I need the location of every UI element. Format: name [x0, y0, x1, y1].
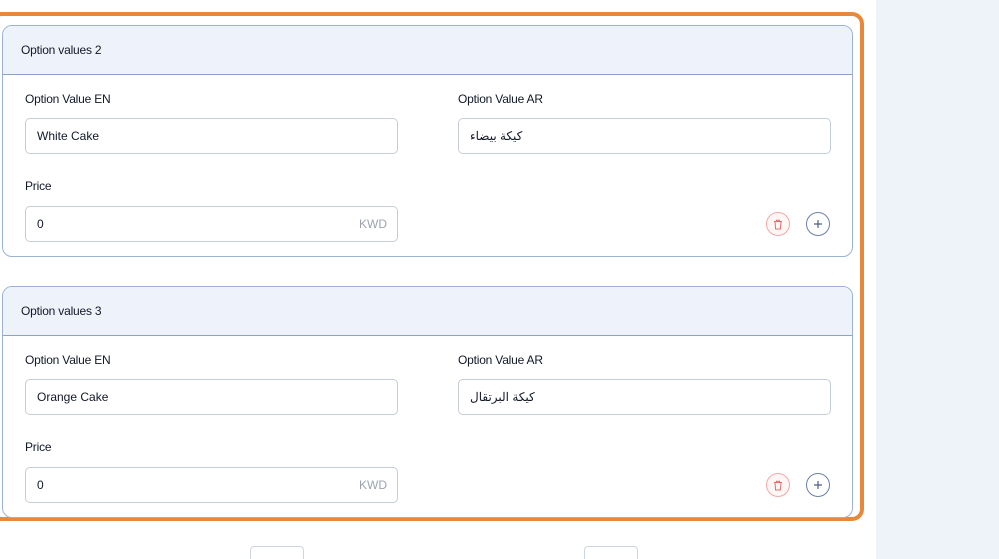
option-value-ar-input[interactable]: كيكة البرتقال	[458, 379, 831, 415]
trash-icon	[774, 480, 782, 490]
currency-unit: KWD	[359, 478, 387, 492]
cut-off-form-row	[0, 540, 876, 559]
add-option-button[interactable]	[806, 212, 830, 236]
option-value-en-label: Option Value EN	[25, 353, 111, 367]
card-title: Option values 3	[3, 287, 852, 336]
card-title: Option values 2	[3, 26, 852, 75]
option-value-ar-value: كيكة بيضاء	[470, 129, 523, 143]
plus-icon	[814, 481, 822, 489]
price-value: 0	[37, 217, 44, 231]
price-input[interactable]: 0 KWD	[25, 467, 398, 503]
option-values-card: Option values 3 Option Value EN Orange C…	[2, 286, 853, 518]
cut-off-input[interactable]	[250, 546, 304, 559]
price-label: Price	[25, 440, 52, 454]
option-value-en-label: Option Value EN	[25, 92, 111, 106]
side-panel	[876, 0, 999, 559]
cut-off-input[interactable]	[584, 546, 638, 559]
option-value-ar-label: Option Value AR	[458, 92, 543, 106]
plus-icon	[814, 220, 822, 228]
delete-option-button[interactable]	[766, 212, 790, 236]
add-option-button[interactable]	[806, 473, 830, 497]
price-label: Price	[25, 179, 52, 193]
delete-option-button[interactable]	[766, 473, 790, 497]
option-value-en-input[interactable]: White Cake	[25, 118, 398, 154]
currency-unit: KWD	[359, 217, 387, 231]
option-value-ar-label: Option Value AR	[458, 353, 543, 367]
option-value-en-value: White Cake	[37, 129, 100, 143]
price-input[interactable]: 0 KWD	[25, 206, 398, 242]
option-values-card: Option values 2 Option Value EN White Ca…	[2, 25, 853, 257]
option-value-en-input[interactable]: Orange Cake	[25, 379, 398, 415]
price-value: 0	[37, 478, 44, 492]
option-value-ar-input[interactable]: كيكة بيضاء	[458, 118, 831, 154]
option-value-en-value: Orange Cake	[37, 390, 109, 404]
option-value-ar-value: كيكة البرتقال	[470, 390, 535, 404]
trash-icon	[774, 219, 782, 229]
